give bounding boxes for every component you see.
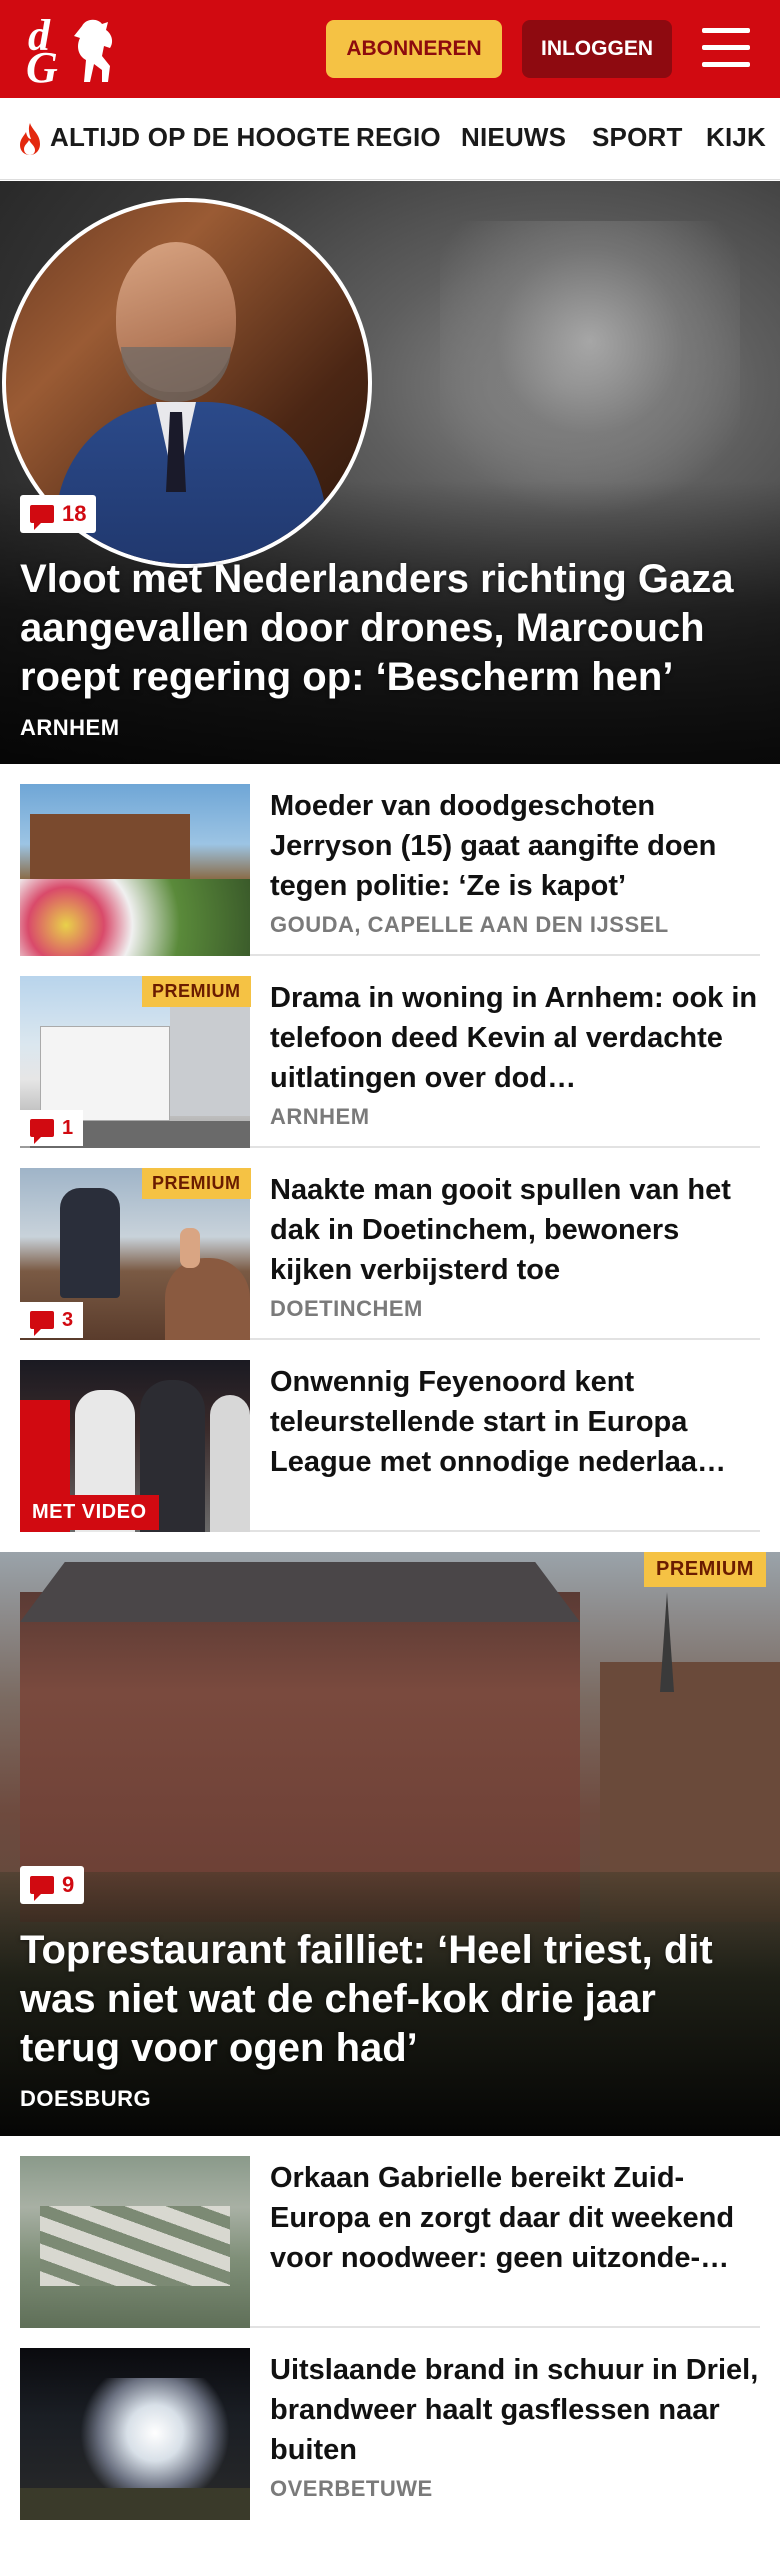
list-item[interactable]: Orkaan Gabrielle bereikt Zuid-Europa en … xyxy=(20,2156,760,2328)
nav-item-kijk[interactable]: KIJK xyxy=(706,122,766,153)
section-nav: ALTIJD OP DE HOOGTE REGIO NIEUWS SPORT K… xyxy=(0,98,780,180)
hero-comment-count[interactable]: 18 xyxy=(20,495,97,533)
list-item[interactable]: PREMIUM 3 Naakte man gooit spullen van h… xyxy=(20,1168,760,1340)
comment-number: 3 xyxy=(62,1308,74,1331)
nav-item-sport[interactable]: SPORT xyxy=(592,122,683,153)
article-title[interactable]: Moeder van doodgeschoten Jerryson (15) g… xyxy=(270,786,760,906)
article-location: ARNHEM xyxy=(270,1104,370,1129)
hero2-comment-count[interactable]: 9 xyxy=(20,1866,85,1904)
article-location: DOETINCHEM xyxy=(270,1296,423,1321)
hero-location: ARNHEM xyxy=(20,715,120,740)
comment-icon xyxy=(30,1311,54,1336)
hero-article[interactable]: 18 Vloot met Nederlanders richting Gaza … xyxy=(0,181,780,764)
article-thumbnail xyxy=(20,2348,250,2520)
article-title[interactable]: Onwennig Feyenoord kent teleurstellende … xyxy=(270,1362,760,1482)
article-title[interactable]: Uitslaande brand in schuur in Driel, bra… xyxy=(270,2350,760,2470)
article-thumbnail xyxy=(20,2156,250,2328)
hero2-location: DOESBURG xyxy=(20,2086,152,2111)
comment-number: 1 xyxy=(62,1116,74,1139)
list-item[interactable]: Moeder van doodgeschoten Jerryson (15) g… xyxy=(20,784,760,956)
logo-letter-g: G xyxy=(26,43,58,92)
subscribe-button[interactable]: ABONNEREN xyxy=(326,20,502,78)
nav-item-altijd-op-de-hoogte[interactable]: ALTIJD OP DE HOOGTE xyxy=(50,122,350,153)
comment-count[interactable]: 3 xyxy=(20,1302,84,1338)
hero-comment-number: 18 xyxy=(62,501,87,526)
flame-icon xyxy=(20,123,40,155)
article-thumbnail xyxy=(20,784,250,956)
comment-icon xyxy=(30,1876,54,1901)
article-title[interactable]: Naakte man gooit spullen van het dak in … xyxy=(270,1170,760,1290)
nav-item-regio[interactable]: REGIO xyxy=(356,122,441,153)
site-logo[interactable]: d G xyxy=(22,11,122,92)
menu-icon[interactable] xyxy=(700,26,752,70)
article-location: GOUDA, CAPELLE AAN DEN IJSSEL xyxy=(270,912,669,937)
article-title[interactable]: Orkaan Gabrielle bereikt Zuid-Europa en … xyxy=(270,2158,760,2278)
top-header: d G ABONNEREN INLOGGEN xyxy=(0,0,780,98)
hero-article-2[interactable]: PREMIUM 9 Toprestaurant failliet: ‘Heel … xyxy=(0,1552,780,2136)
hero2-title[interactable]: Toprestaurant failliet: ‘Heel triest, di… xyxy=(20,1926,760,2073)
list-item[interactable]: PREMIUM 1 Drama in woning in Arnhem: ook… xyxy=(20,976,760,1148)
video-badge: MET VIDEO xyxy=(20,1495,159,1530)
hero-title[interactable]: Vloot met Nederlanders richting Gaza aan… xyxy=(20,555,760,702)
premium-badge: PREMIUM xyxy=(142,1168,251,1199)
article-title[interactable]: Drama in woning in Arnhem: ook in telefo… xyxy=(270,978,760,1098)
hero2-comment-number: 9 xyxy=(62,1872,75,1897)
comment-count[interactable]: 1 xyxy=(20,1110,84,1146)
horse-emblem-icon xyxy=(74,19,113,82)
comment-icon xyxy=(30,505,54,530)
comment-icon xyxy=(30,1119,54,1144)
login-button[interactable]: INLOGGEN xyxy=(522,20,672,78)
premium-badge: PREMIUM xyxy=(142,976,251,1007)
list-item[interactable]: Uitslaande brand in schuur in Driel, bra… xyxy=(20,2348,760,2520)
nav-item-nieuws[interactable]: NIEUWS xyxy=(461,122,566,153)
article-location: OVERBETUWE xyxy=(270,2476,433,2501)
premium-badge: PREMIUM xyxy=(644,1552,766,1587)
list-item[interactable]: MET VIDEO Onwennig Feyenoord kent teleur… xyxy=(20,1360,760,1532)
